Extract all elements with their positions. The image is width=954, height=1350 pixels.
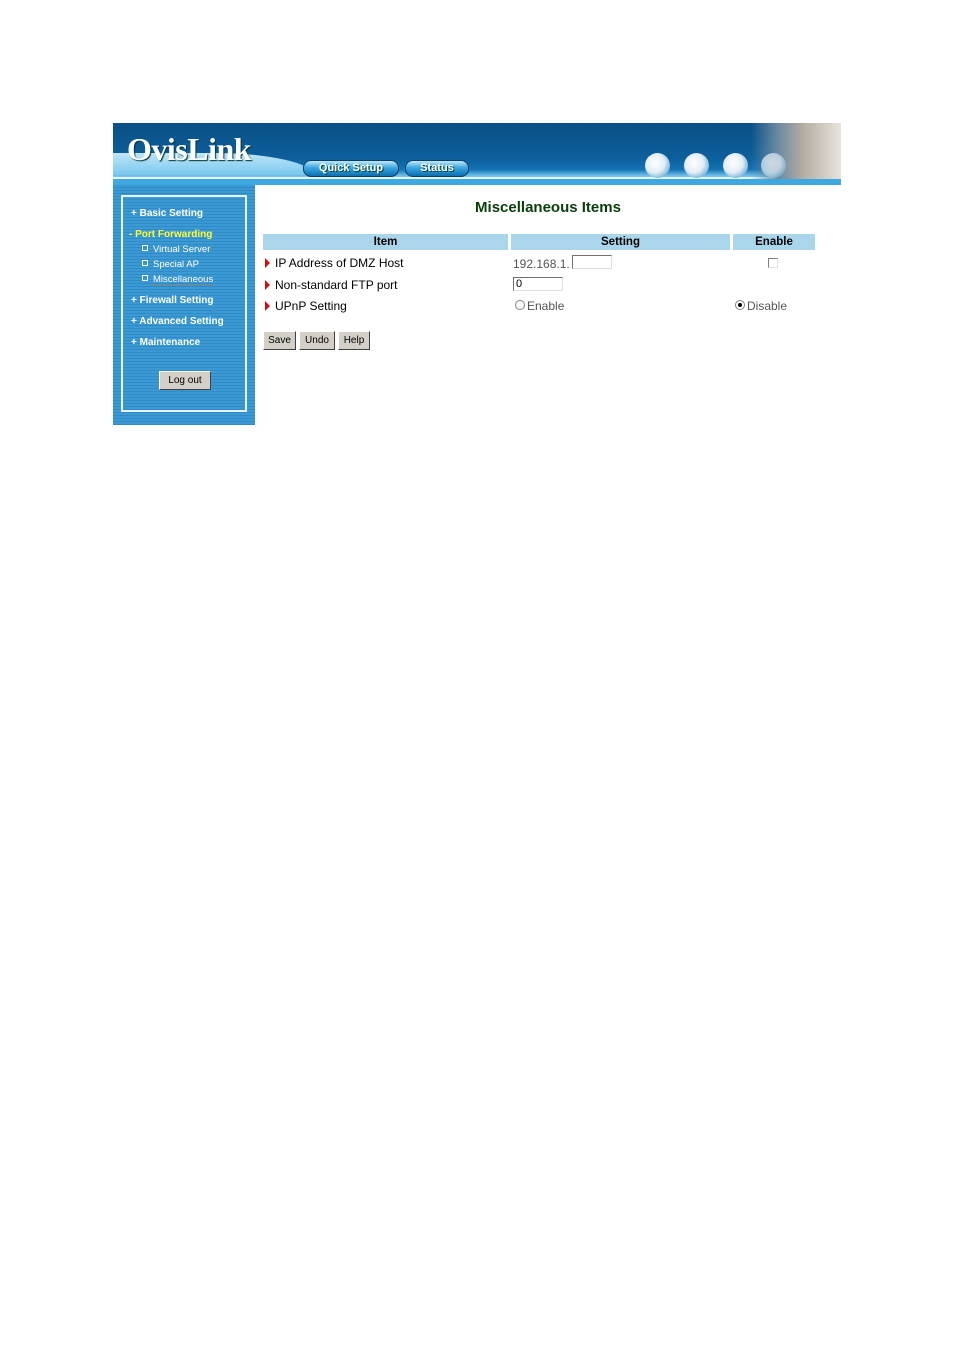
table-row-upnp-label: UPnP Setting [265,299,347,313]
table-row-dmz-label: IP Address of DMZ Host [265,256,404,270]
radio-label: Enable [527,299,565,313]
dmz-ip-prefix: 192.168.1. [513,257,570,271]
arrow-right-icon [265,280,270,290]
radio-unselected-icon [515,300,525,310]
column-header-item: Item [263,234,508,250]
ftp-port-input[interactable] [513,277,563,291]
brand-logo: OvisLink [127,131,252,167]
sidebar-subitem-virtual-server[interactable]: Virtual Server [142,244,210,255]
globe-icon [684,153,709,178]
logout-button[interactable]: Log out [159,371,211,390]
row-label-text: UPnP Setting [275,299,347,313]
subitem-label: Miscellaneous [153,274,214,286]
radio-label: Disable [747,299,788,313]
main-content: Miscellaneous Items Item Setting Enable … [255,185,841,425]
save-button[interactable]: Save [263,331,296,350]
quick-setup-button[interactable]: Quick Setup [303,160,399,177]
globe-icon [723,153,748,178]
row-label-text: IP Address of DMZ Host [275,256,404,270]
arrow-right-icon [265,258,270,268]
upnp-enable-radio[interactable]: Enable [515,299,564,313]
bullet-square-icon [142,260,148,266]
subitem-label: Virtual Server [153,244,211,255]
dmz-host-ip-input[interactable] [572,255,612,269]
sidebar-item-port-forwarding[interactable]: - Port Forwarding [129,229,212,240]
globe-icon [761,153,786,178]
sidebar-item-maintenance[interactable]: + Maintenance [131,337,200,348]
globe-icon [645,153,670,178]
arrow-right-icon [265,301,270,311]
sidebar: + Basic Setting - Port Forwarding Virtua… [113,185,255,425]
row-label-text: Non-standard FTP port [275,278,398,292]
column-header-enable: Enable [733,234,815,250]
sidebar-item-firewall-setting[interactable]: + Firewall Setting [131,295,214,306]
subitem-label: Special AP [153,259,199,270]
bullet-square-icon [142,245,148,251]
column-header-setting: Setting [511,234,730,250]
sidebar-item-advanced-setting[interactable]: + Advanced Setting [131,316,224,327]
dmz-enable-checkbox[interactable] [768,258,778,268]
status-button[interactable]: Status [405,160,469,177]
undo-button[interactable]: Undo [299,331,335,350]
bullet-square-icon [142,275,148,281]
sidebar-subitem-special-ap[interactable]: Special AP [142,259,199,270]
radio-selected-icon [735,300,745,310]
page-title: Miscellaneous Items [475,199,621,216]
table-row-ftp-label: Non-standard FTP port [265,278,398,292]
router-admin-frame: OvisLink Quick Setup Status + Basic Sett… [113,123,841,425]
help-button[interactable]: Help [338,331,370,350]
sidebar-subitem-miscellaneous[interactable]: Miscellaneous [142,274,214,286]
sidebar-panel: + Basic Setting - Port Forwarding Virtua… [121,195,247,412]
header-banner: OvisLink Quick Setup Status [113,123,841,185]
upnp-disable-radio[interactable]: Disable [735,299,787,313]
sidebar-item-basic-setting[interactable]: + Basic Setting [131,208,203,219]
